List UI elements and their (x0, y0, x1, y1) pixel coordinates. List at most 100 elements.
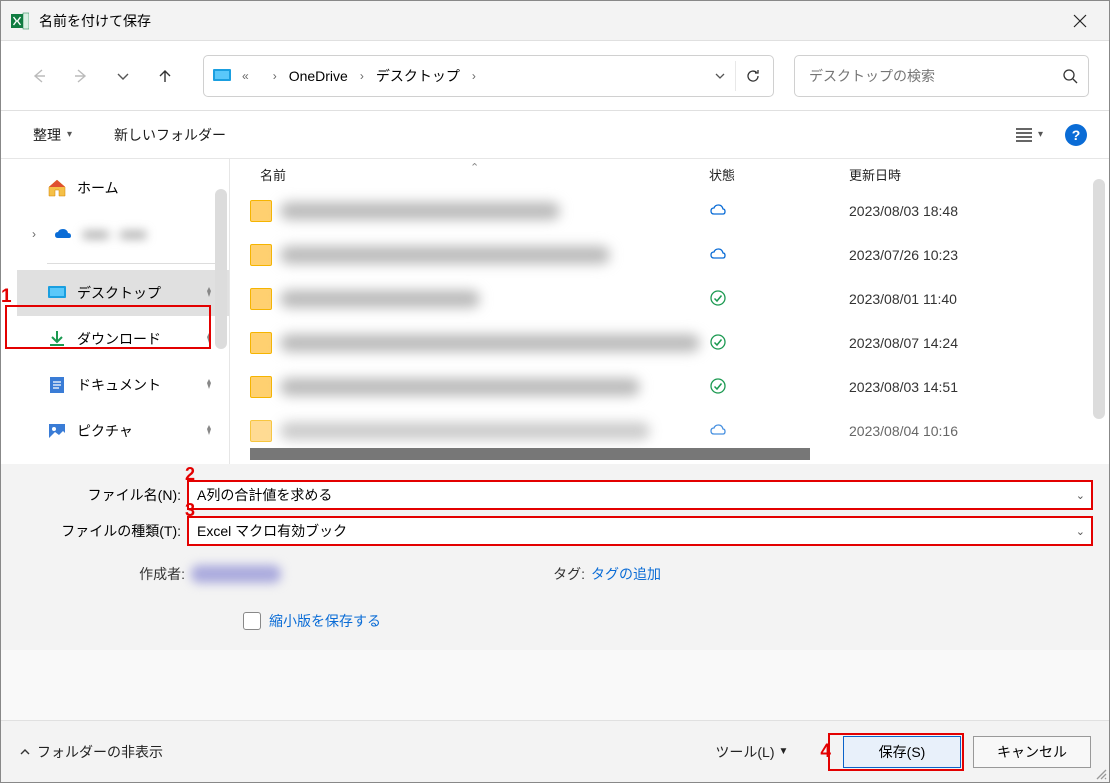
chevron-up-icon (19, 746, 31, 758)
file-row[interactable]: 2023/07/26 10:23 (230, 233, 1109, 277)
file-date: 2023/08/07 14:24 (849, 335, 1109, 351)
sidebar-label: ピクチャ (77, 421, 193, 441)
filename-value: A列の合計値を求める (197, 485, 332, 505)
address-bar[interactable]: « › OneDrive › デスクトップ › (203, 55, 774, 97)
filename-row: 2 ファイル名(N): A列の合計値を求める ⌄ (17, 480, 1093, 510)
sidebar-item-pictures[interactable]: ピクチャ (17, 408, 229, 454)
sidebar: ホーム › ■■■ - ■■■ デスクトップ ダウンロード (1, 159, 229, 464)
cancel-button[interactable]: キャンセル (973, 736, 1091, 768)
close-button[interactable] (1057, 5, 1103, 37)
annotation-label: 2 (185, 464, 195, 485)
annotation-label: 4 (820, 741, 831, 763)
author-value[interactable] (191, 565, 281, 583)
file-name (280, 422, 650, 440)
organize-button[interactable]: 整理 ▾ (31, 121, 74, 149)
refresh-icon (745, 68, 761, 84)
pin-icon (203, 378, 215, 393)
save-thumbnail-checkbox[interactable] (243, 612, 261, 630)
view-mode-button[interactable]: ▾ (1016, 127, 1043, 143)
cancel-button-label: キャンセル (997, 742, 1067, 762)
refresh-button[interactable] (735, 61, 769, 91)
nav-up-button[interactable] (147, 58, 183, 94)
vertical-scrollbar[interactable] (1093, 179, 1105, 459)
save-button[interactable]: 保存(S) (843, 736, 961, 768)
meta-row: 作成者: タグ: タグの追加 (17, 552, 1093, 596)
file-row[interactable]: 2023/08/03 14:51 (230, 365, 1109, 409)
folder-icon (250, 244, 272, 266)
nav-recent-dropdown[interactable] (105, 58, 141, 94)
folder-icon (250, 420, 272, 442)
sidebar-label: デスクトップ (77, 283, 193, 303)
sidebar-item-onedrive[interactable]: › ■■■ - ■■■ (17, 211, 229, 257)
sidebar-divider (47, 263, 219, 264)
pin-icon (203, 286, 215, 301)
this-pc-icon (212, 66, 232, 86)
file-row[interactable]: 2023/08/01 11:40 (230, 277, 1109, 321)
search-box[interactable] (794, 55, 1089, 97)
horizontal-scrollbar[interactable] (250, 446, 829, 462)
breadcrumb-overflow-icon[interactable]: « (236, 69, 255, 83)
sidebar-label: ホーム (77, 178, 229, 198)
list-view-icon (1016, 127, 1036, 143)
filetype-row: 3 ファイルの種類(T): Excel マクロ有効ブック ⌄ (17, 516, 1093, 546)
annotation-label: 3 (185, 500, 195, 521)
organize-label: 整理 (33, 125, 61, 145)
address-dropdown[interactable] (705, 61, 735, 91)
document-icon (47, 375, 67, 395)
toolbar: 整理 ▾ 新しいフォルダー ▾ ? (1, 111, 1109, 159)
column-header-date[interactable]: 更新日時 (849, 165, 1109, 184)
chevron-right-icon[interactable]: › (25, 227, 43, 241)
chevron-down-icon[interactable]: ⌄ (1076, 525, 1085, 538)
save-thumbnail-label[interactable]: 縮小版を保存する (269, 611, 381, 631)
help-button[interactable]: ? (1065, 124, 1087, 146)
synced-status-icon (709, 333, 727, 354)
nav-back-button[interactable] (21, 58, 57, 94)
file-name (280, 290, 480, 308)
sidebar-item-home[interactable]: ホーム (17, 165, 229, 211)
annotation-label: 1 (1, 286, 12, 308)
chevron-right-icon[interactable]: › (466, 69, 482, 83)
sidebar-item-downloads[interactable]: ダウンロード (17, 316, 229, 362)
chevron-down-icon[interactable]: ⌄ (1076, 489, 1085, 502)
excel-app-icon (11, 12, 29, 30)
filetype-field[interactable]: Excel マクロ有効ブック ⌄ (187, 516, 1093, 546)
folder-icon (250, 376, 272, 398)
hide-folders-button[interactable]: フォルダーの非表示 (19, 742, 163, 762)
arrow-up-icon (156, 67, 174, 85)
search-icon[interactable] (1058, 68, 1082, 84)
nav-area: « › OneDrive › デスクトップ › (1, 41, 1109, 111)
nav-forward-button[interactable] (63, 58, 99, 94)
filename-field[interactable]: A列の合計値を求める ⌄ (187, 480, 1093, 510)
column-header-state[interactable]: 状態 (709, 165, 849, 184)
pin-icon (203, 424, 215, 439)
file-date: 2023/08/03 14:51 (849, 379, 1109, 395)
synced-status-icon (709, 377, 727, 398)
sidebar-item-desktop[interactable]: デスクトップ (17, 270, 229, 316)
sidebar-label: ■■■ - ■■■ (83, 226, 229, 242)
file-list: ⌃ 名前 状態 更新日時 2023/08/03 18:482023/07/26 … (229, 159, 1109, 464)
file-row[interactable]: 2023/08/07 14:24 (230, 321, 1109, 365)
file-date: 2023/08/01 11:40 (849, 291, 1109, 307)
chevron-right-icon[interactable]: › (354, 69, 370, 83)
new-folder-button[interactable]: 新しいフォルダー (112, 121, 228, 149)
sidebar-item-documents[interactable]: ドキュメント (17, 362, 229, 408)
column-header-name[interactable]: 名前 (260, 165, 709, 184)
filetype-value: Excel マクロ有効ブック (197, 521, 347, 541)
search-input[interactable] (807, 67, 1058, 85)
cloud-status-icon (709, 421, 727, 442)
sidebar-scrollbar[interactable] (215, 189, 227, 349)
folder-icon (250, 332, 272, 354)
tools-dropdown[interactable]: ツール(L) ▼ (715, 742, 788, 762)
path-segment[interactable]: OneDrive (283, 66, 354, 86)
file-row[interactable]: 2023/08/03 18:48 (230, 189, 1109, 233)
path-segment[interactable]: デスクトップ (370, 64, 466, 88)
arrow-left-icon (30, 67, 48, 85)
file-date: 2023/07/26 10:23 (849, 247, 1109, 263)
save-form: 2 ファイル名(N): A列の合計値を求める ⌄ 3 ファイルの種類(T): E… (1, 464, 1109, 650)
chevron-right-icon[interactable]: › (267, 69, 283, 83)
resize-grip-icon[interactable] (1093, 766, 1107, 780)
cloud-status-icon (709, 201, 727, 222)
path-segment[interactable] (255, 74, 267, 78)
home-icon (47, 178, 67, 198)
tags-add-link[interactable]: タグの追加 (591, 564, 661, 584)
